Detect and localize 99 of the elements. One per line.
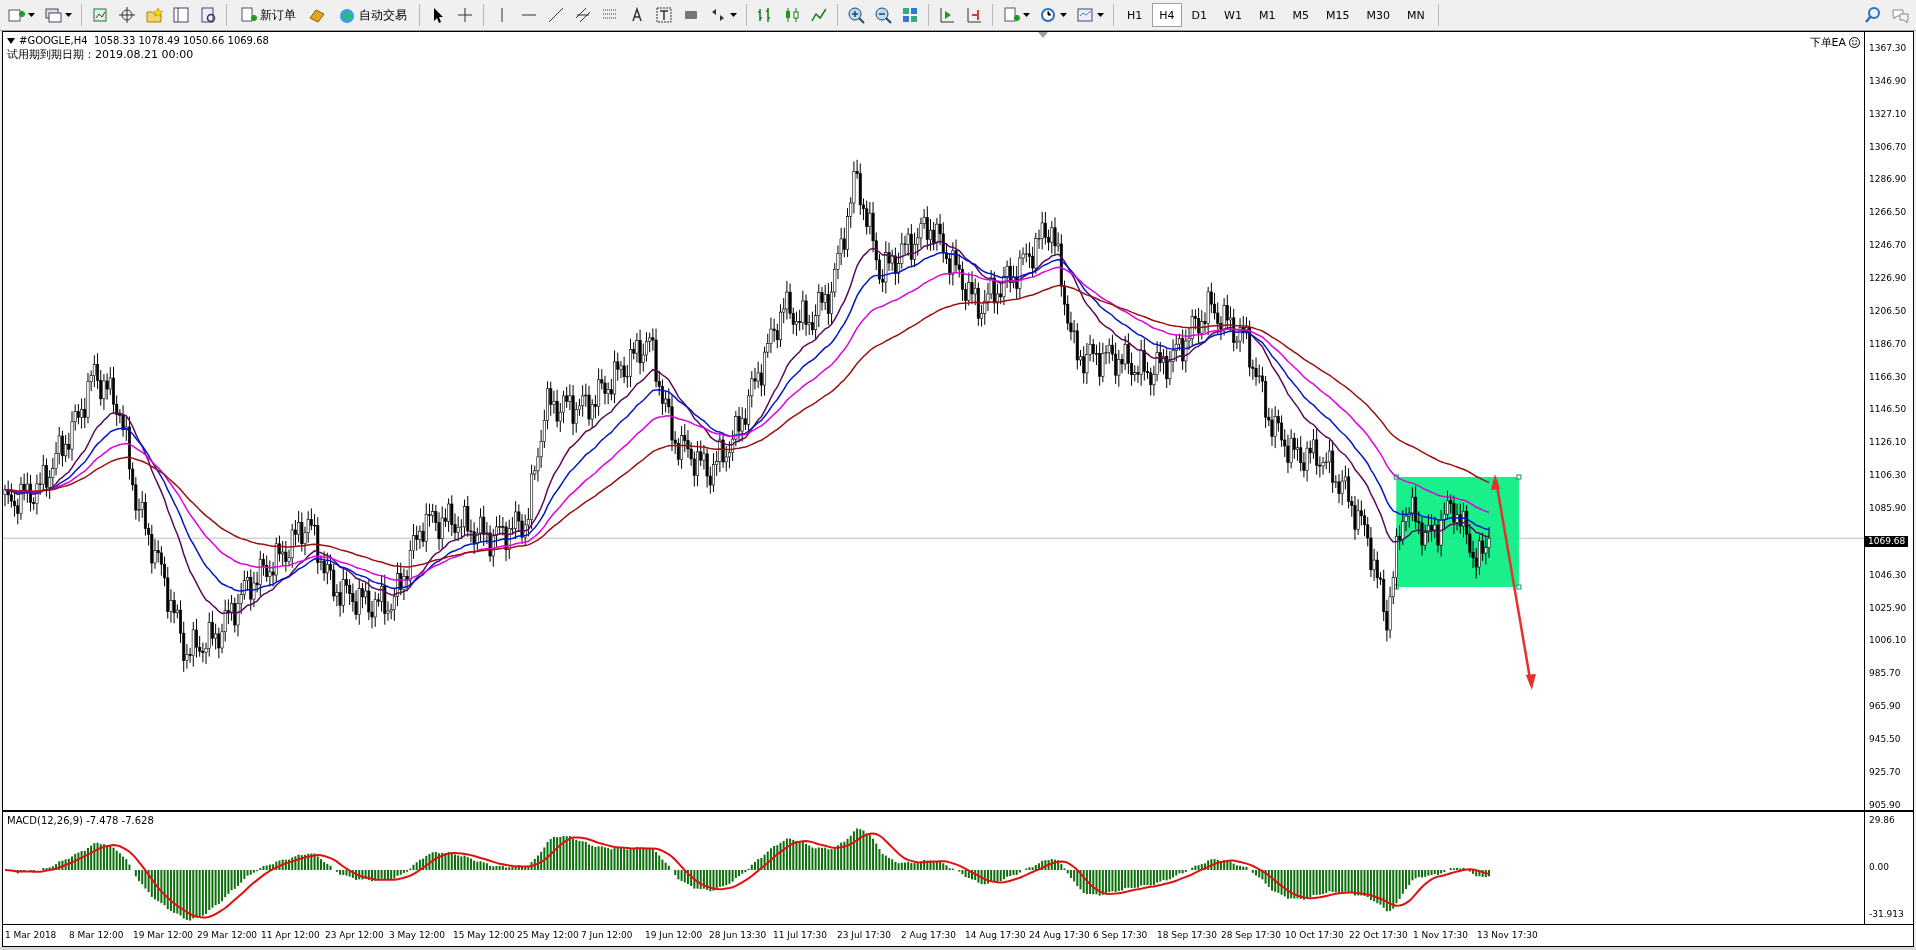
axis-label: 905.90 [1869,799,1902,810]
timeframe-button[interactable]: M15 [1318,3,1357,27]
axis-label: 1166.30 [1869,371,1908,382]
timeframe-button[interactable]: D1 [1184,3,1215,27]
caret-icon [1097,13,1104,17]
axis-label: 1327.10 [1869,108,1908,119]
folder-star-icon [145,6,163,24]
time-label: 13 Nov 17:30 [1477,930,1539,940]
caret-icon [65,13,72,17]
time-label: 23 Jul 17:30 [837,930,892,940]
chat-icon [1891,6,1909,24]
axis-label: 1346.90 [1869,75,1908,86]
axis-label: 0.00 [1869,862,1891,872]
current-price-tag: 1069.68 [1865,535,1909,547]
time-label: 19 Mar 12:00 [133,930,195,940]
template-icon [1076,6,1094,24]
time-label: 8 Mar 12:00 [69,930,125,940]
timeframe-button[interactable]: W1 [1217,3,1249,27]
axis-label: 1226.90 [1869,273,1908,283]
caret-icon [1060,13,1067,17]
tester-icon [199,6,217,24]
time-label: 28 Jun 13:30 [709,930,768,940]
time-label: 10 Oct 17:30 [1285,930,1345,940]
time-label: 1 Mar 2018 [5,930,58,940]
time-label: 22 Oct 17:30 [1349,930,1409,940]
axis-label: 1085.90 [1869,503,1908,514]
auto-trading-button[interactable]: 自动交易 [332,3,413,27]
axis-label: 1186.70 [1869,338,1908,349]
timeframe-button[interactable]: H4 [1152,3,1182,27]
caret-icon [28,13,35,17]
line-chart-icon [810,6,828,24]
timeframe-button[interactable]: M1 [1251,3,1283,27]
axis-label: 965.90 [1869,701,1902,712]
autoscroll-icon [938,6,956,24]
text-label-icon [655,6,673,24]
timeframe-button[interactable]: M5 [1285,3,1316,27]
time-label: 19 Jun 12:00 [645,930,704,940]
zoom-in-icon [847,6,865,24]
time-label: 18 Sep 17:30 [1157,930,1219,940]
timeframe-button[interactable]: M30 [1359,3,1397,27]
axis-label: 1266.50 [1869,207,1908,218]
axis-label: 1306.70 [1869,141,1908,152]
autotrade-icon [338,6,356,24]
time-label: 25 May 12:00 [517,930,580,940]
axis-label: 1025.90 [1869,602,1908,613]
symbol-info: #GOOGLE,H4 1058.33 1078.49 1050.66 1069.68 [19,35,269,46]
timeframe-button[interactable]: H1 [1120,3,1150,27]
time-label: 15 May 12:00 [453,930,516,940]
axis-label: 1367.30 [1869,43,1908,53]
zoom-out-icon [874,6,892,24]
axis-label: 1206.50 [1869,305,1908,316]
axis-label: 1006.10 [1869,635,1908,646]
candlestick-icon [783,6,801,24]
axis-label: 945.50 [1869,734,1902,745]
time-label: 2 Aug 17:30 [901,930,957,940]
axis-label: 1246.70 [1869,240,1908,251]
clock-icon [1039,6,1057,24]
window-panel-icon [172,6,190,24]
axis-label: 29.86 [1869,815,1896,825]
time-label: 6 Sep 17:30 [1093,930,1149,940]
time-label: 23 Apr 12:00 [325,930,385,940]
axis-label: 1286.90 [1869,174,1908,185]
axis-label: 1106.30 [1869,470,1908,481]
timeframe-button[interactable]: MN [1399,3,1432,27]
search-icon [1864,6,1882,24]
vertical-line-icon [501,8,503,22]
time-label: 24 Aug 17:30 [1029,930,1091,940]
axis-label: 1126.10 [1869,437,1908,448]
horizontal-line-icon [522,14,536,16]
crosshair-icon [118,6,136,24]
new-order-button[interactable]: 新订单 [233,3,302,27]
chart-shift-icon [965,6,983,24]
caret-icon [730,13,737,17]
smiley-icon [1849,37,1860,48]
windows-icon [44,6,62,24]
dropdown-icon[interactable] [7,37,15,44]
ea-label: 下单EA [1809,35,1846,50]
tile-icon [901,6,919,24]
axis-label: 985.70 [1869,668,1902,679]
time-label: 1 Nov 17:30 [1413,930,1469,940]
time-label: 3 May 12:00 [389,930,446,940]
caret-icon [1023,13,1030,17]
time-label: 11 Jul 17:30 [773,930,828,940]
time-label: 11 Apr 12:00 [261,930,321,940]
arrow-line[interactable] [1491,474,1536,690]
axis-label: 1046.30 [1869,569,1908,580]
crosshair-lines-icon [456,6,474,24]
profiles-icon [91,6,109,24]
trial-note: 试用期到期日期：2019.08.21 00:00 [7,47,195,62]
time-label: 7 Jun 12:00 [581,930,634,940]
axis-label: -31.913 [1869,909,1905,919]
axis-label: 1146.50 [1869,404,1908,415]
time-label: 29 Mar 12:00 [197,930,259,940]
axis-label: 925.70 [1869,766,1902,777]
time-label: 28 Sep 17:30 [1221,930,1283,940]
time-label: 14 Aug 17:30 [965,930,1027,940]
indicator-label: MACD(12,26,9) -7.478 -7.628 [7,815,154,826]
trendline-icon [547,6,565,24]
channel-icon [574,6,592,24]
